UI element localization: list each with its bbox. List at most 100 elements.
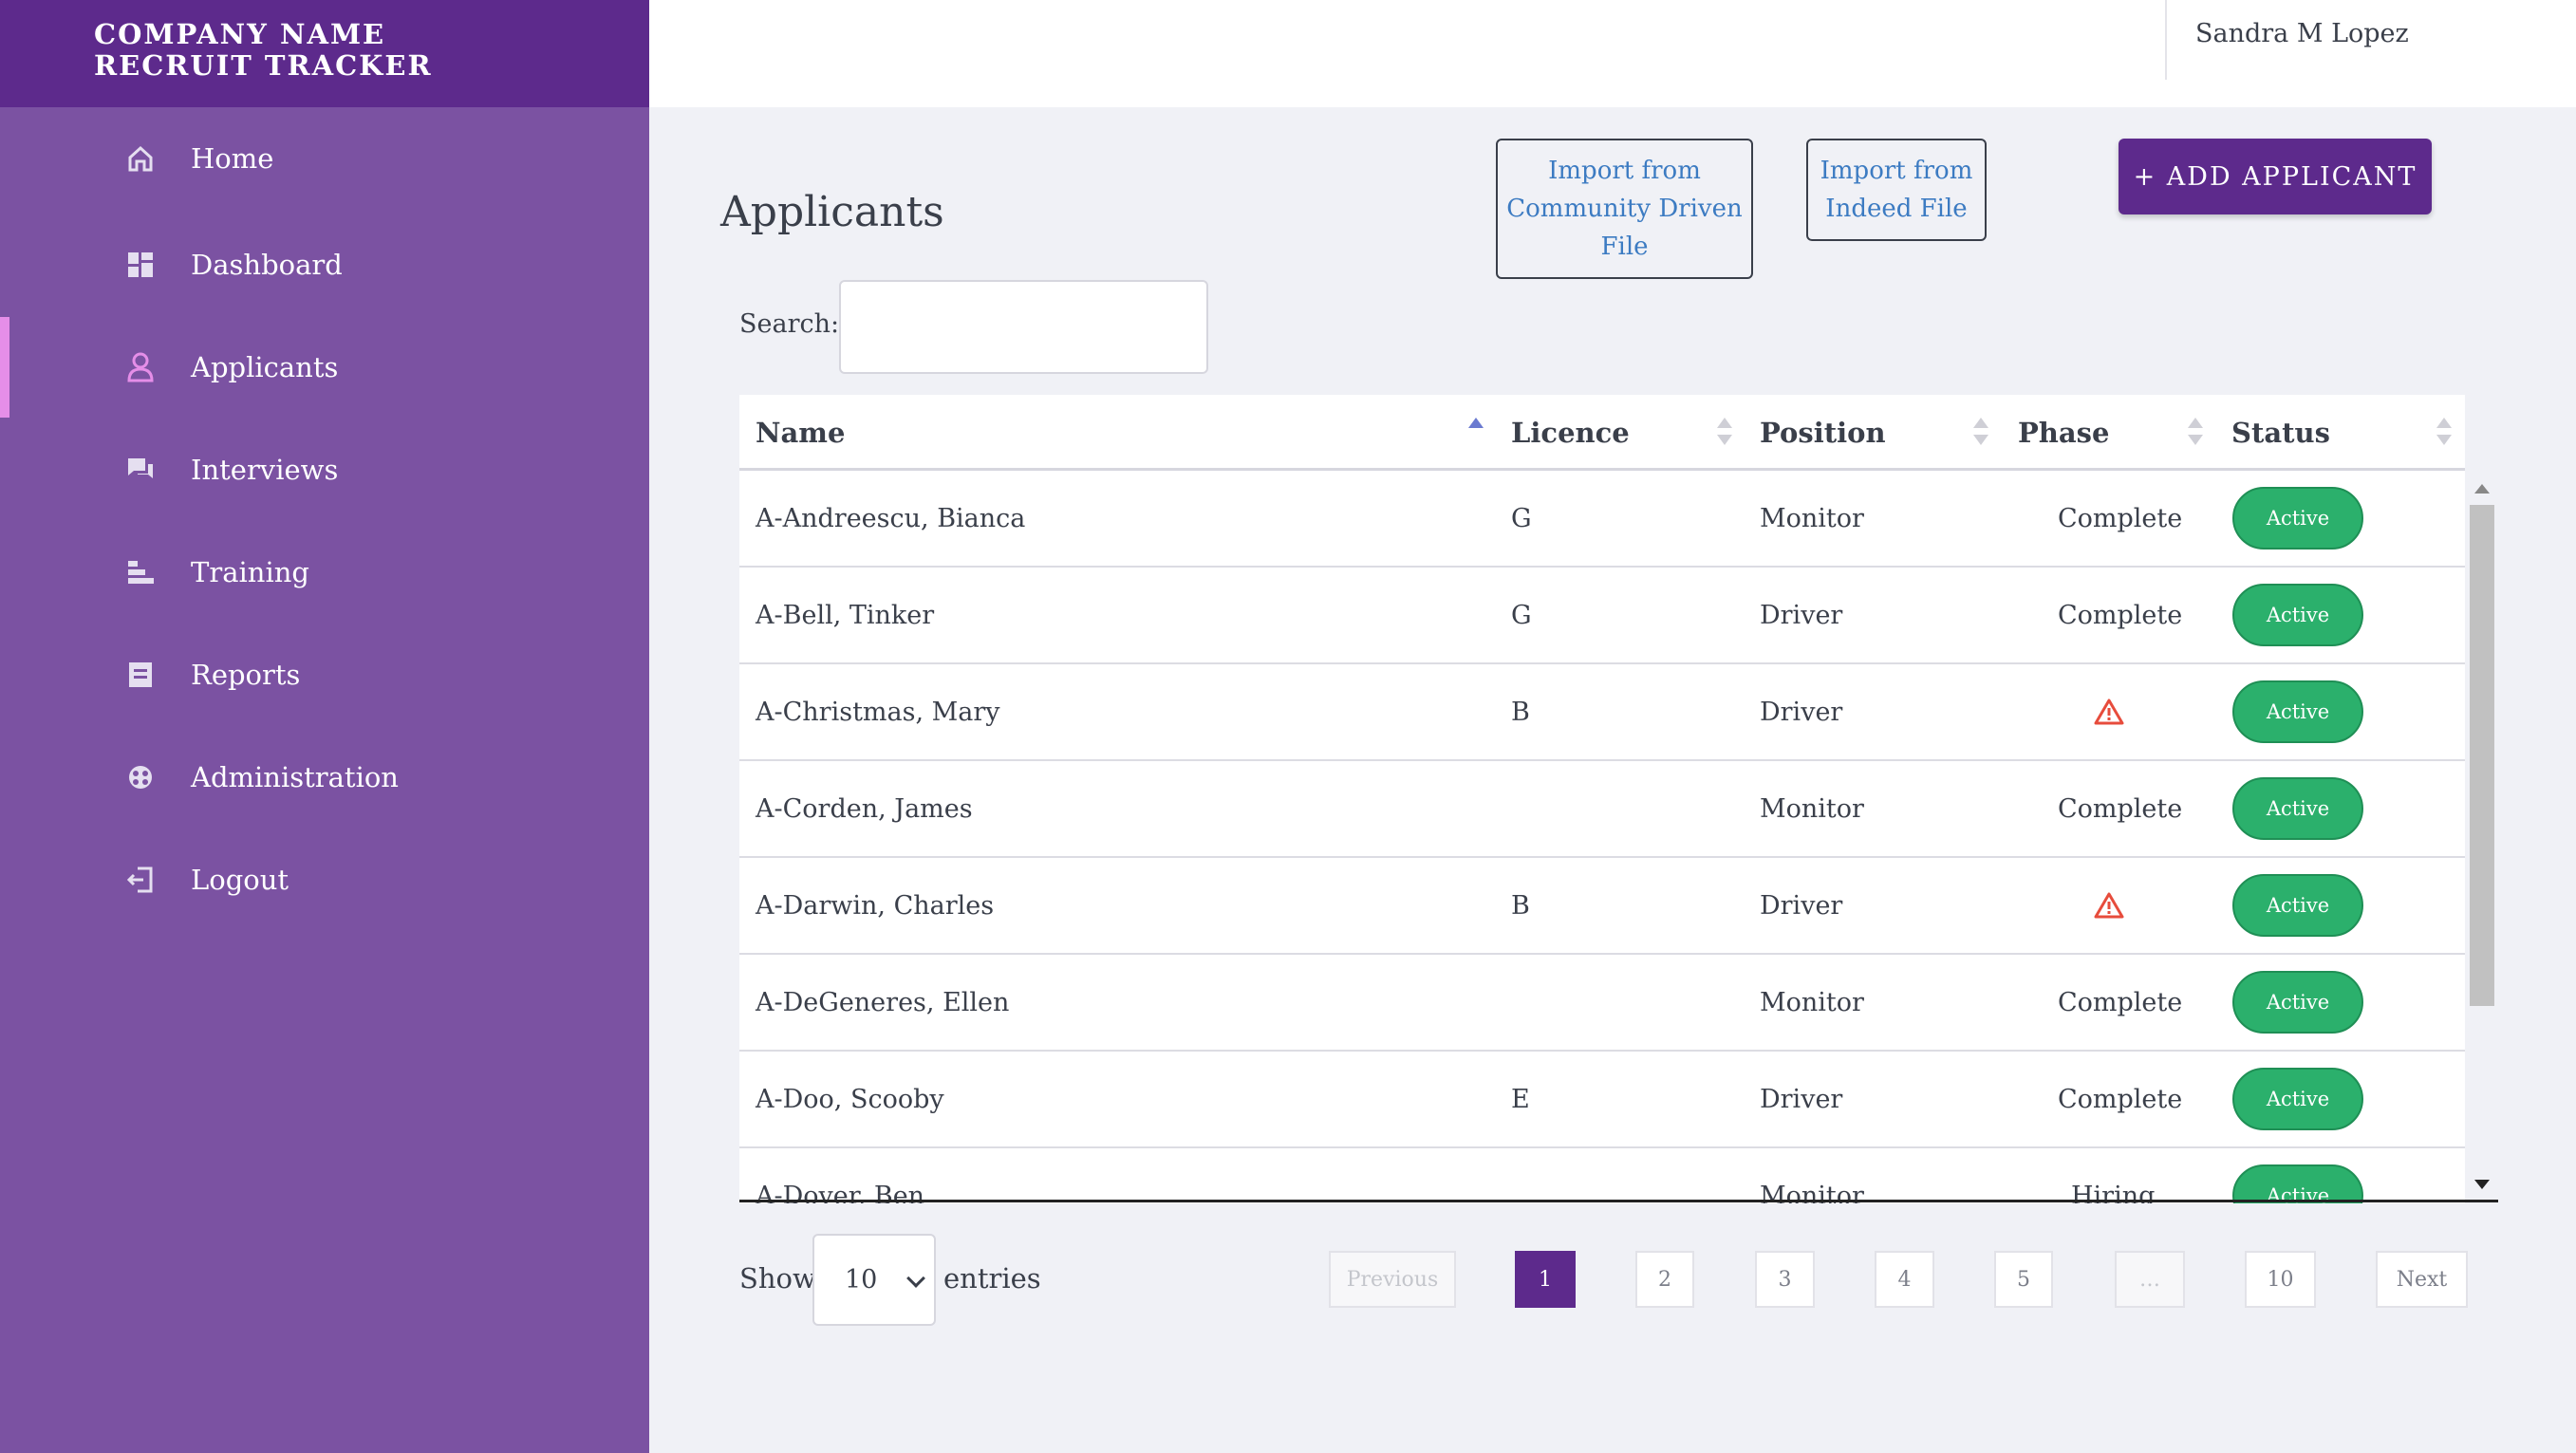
column-header-status[interactable]: Status bbox=[2231, 395, 2330, 471]
cell-licence: G bbox=[1511, 503, 1532, 533]
pagination-ellipsis: … bbox=[2115, 1251, 2185, 1308]
sidebar-item-label: Home bbox=[191, 142, 274, 175]
pagination-previous[interactable]: Previous bbox=[1329, 1251, 1456, 1308]
status-badge[interactable]: Active bbox=[2232, 680, 2363, 743]
user-icon bbox=[125, 352, 156, 382]
pagination-page-5[interactable]: 5 bbox=[1994, 1251, 2053, 1308]
cell-phase: Complete bbox=[2058, 793, 2183, 824]
sidebar-item-administration[interactable]: Administration bbox=[0, 727, 649, 828]
import-community-driven-label: Import from Community Driven File bbox=[1506, 157, 1743, 261]
user-name[interactable]: Sandra M Lopez bbox=[2195, 19, 2409, 48]
pagination-page-1[interactable]: 1 bbox=[1515, 1251, 1576, 1308]
table-row[interactable]: A-Bell, Tinker G Driver Complete Active bbox=[739, 568, 2465, 664]
sidebar-item-label: Interviews bbox=[191, 454, 339, 486]
cell-licence: B bbox=[1511, 697, 1530, 727]
entries-per-page-select[interactable]: 10 bbox=[812, 1234, 936, 1326]
entries-label: entries bbox=[943, 1262, 1041, 1295]
cell-phase: Complete bbox=[2058, 600, 2183, 630]
column-header-position[interactable]: Position bbox=[1760, 395, 1886, 471]
status-badge[interactable]: Active bbox=[2232, 971, 2363, 1034]
applicants-table: Name Licence Position Phase Status A-And… bbox=[739, 395, 2465, 1203]
status-badge[interactable]: Active bbox=[2232, 1164, 2363, 1203]
table-scrollbar[interactable] bbox=[2468, 475, 2496, 1196]
table-body: A-Andreescu, Bianca G Monitor Complete A… bbox=[739, 471, 2465, 1203]
sidebar-item-logout[interactable]: Logout bbox=[0, 829, 649, 930]
sort-ascending-icon[interactable] bbox=[1468, 418, 1484, 448]
page-title: Applicants bbox=[720, 188, 944, 236]
warning-icon bbox=[2093, 664, 2125, 759]
chevron-down-icon bbox=[906, 1269, 925, 1288]
sidebar-item-reports[interactable]: Reports bbox=[0, 624, 649, 725]
cell-position: Monitor bbox=[1760, 1181, 1864, 1204]
top-bar bbox=[649, 0, 2576, 107]
scroll-down-arrow-icon[interactable] bbox=[2474, 1180, 2490, 1189]
sidebar-item-home[interactable]: Home bbox=[0, 108, 649, 209]
sort-icon[interactable] bbox=[2188, 418, 2203, 448]
status-badge[interactable]: Active bbox=[2232, 584, 2363, 646]
status-badge[interactable]: Active bbox=[2232, 487, 2363, 550]
show-label: Show bbox=[739, 1262, 816, 1295]
pagination-page-4[interactable]: 4 bbox=[1875, 1251, 1934, 1308]
cell-phase: Hiring bbox=[2071, 1181, 2156, 1204]
import-indeed-label: Import from Indeed File bbox=[1820, 157, 1973, 223]
column-header-licence[interactable]: Licence bbox=[1511, 395, 1630, 471]
brand-company-name: COMPANY NAME bbox=[94, 18, 386, 50]
sidebar-item-label: Applicants bbox=[191, 351, 339, 383]
sidebar: COMPANY NAME RECRUIT TRACKER Home Dashbo… bbox=[0, 0, 649, 1453]
cell-phase: Complete bbox=[2058, 503, 2183, 533]
status-badge[interactable]: Active bbox=[2232, 1068, 2363, 1130]
column-header-phase[interactable]: Phase bbox=[2018, 395, 2109, 471]
pagination-page-2[interactable]: 2 bbox=[1635, 1251, 1694, 1308]
entries-per-page-value: 10 bbox=[845, 1265, 878, 1295]
scrollbar-thumb[interactable] bbox=[2470, 505, 2494, 1006]
pagination-next[interactable]: Next bbox=[2376, 1251, 2468, 1308]
cell-licence: B bbox=[1511, 890, 1530, 921]
pagination-page-3[interactable]: 3 bbox=[1755, 1251, 1815, 1308]
sidebar-item-label: Dashboard bbox=[191, 249, 343, 281]
add-applicant-button[interactable]: + ADD APPLICANT bbox=[2119, 139, 2432, 214]
table-row[interactable]: A-Doo, Scooby E Driver Complete Active bbox=[739, 1052, 2465, 1148]
cell-position: Driver bbox=[1760, 1084, 1843, 1114]
sidebar-item-label: Logout bbox=[191, 864, 289, 896]
sidebar-item-applicants[interactable]: Applicants bbox=[0, 317, 649, 418]
search-input[interactable] bbox=[839, 280, 1208, 374]
dashboard-icon bbox=[125, 250, 156, 280]
table-row[interactable]: A-DeGeneres, Ellen Monitor Complete Acti… bbox=[739, 955, 2465, 1052]
status-badge[interactable]: Active bbox=[2232, 777, 2363, 840]
table-row[interactable]: A-Dover, Ben Monitor Hiring Active bbox=[739, 1148, 2465, 1203]
import-indeed-button[interactable]: Import from Indeed File bbox=[1806, 139, 1987, 241]
chat-icon bbox=[125, 455, 156, 485]
scroll-up-arrow-icon[interactable] bbox=[2474, 484, 2490, 494]
cell-position: Driver bbox=[1760, 890, 1843, 921]
table-row[interactable]: A-Corden, James Monitor Complete Active bbox=[739, 761, 2465, 858]
sort-icon[interactable] bbox=[2436, 418, 2452, 448]
cell-licence: E bbox=[1511, 1084, 1530, 1114]
column-header-name[interactable]: Name bbox=[756, 395, 845, 471]
column-header-label: Licence bbox=[1511, 417, 1630, 449]
warning-icon bbox=[2093, 858, 2125, 953]
cell-name: A-Doo, Scooby bbox=[756, 1084, 944, 1114]
cell-name: A-Bell, Tinker bbox=[756, 600, 935, 630]
bars-icon bbox=[125, 557, 156, 587]
pagination-page-10[interactable]: 10 bbox=[2245, 1251, 2316, 1308]
home-icon bbox=[125, 143, 156, 174]
cell-name: A-Darwin, Charles bbox=[756, 890, 995, 921]
sidebar-item-training[interactable]: Training bbox=[0, 522, 649, 623]
sidebar-item-label: Training bbox=[191, 556, 309, 588]
table-bottom-border bbox=[739, 1200, 2498, 1202]
cell-position: Driver bbox=[1760, 600, 1843, 630]
import-community-driven-button[interactable]: Import from Community Driven File bbox=[1496, 139, 1753, 279]
table-row[interactable]: A-Christmas, Mary B Driver Active bbox=[739, 664, 2465, 761]
cell-name: A-Christmas, Mary bbox=[756, 697, 1000, 727]
sort-icon[interactable] bbox=[1973, 418, 1988, 448]
brand-app-name: RECRUIT TRACKER bbox=[94, 49, 433, 82]
table-row[interactable]: A-Darwin, Charles B Driver Active bbox=[739, 858, 2465, 955]
sidebar-item-interviews[interactable]: Interviews bbox=[0, 419, 649, 520]
table-row[interactable]: A-Andreescu, Bianca G Monitor Complete A… bbox=[739, 471, 2465, 568]
cell-position: Monitor bbox=[1760, 503, 1864, 533]
status-badge[interactable]: Active bbox=[2232, 874, 2363, 937]
column-header-label: Phase bbox=[2018, 417, 2110, 449]
sort-icon[interactable] bbox=[1717, 418, 1732, 448]
globe-icon bbox=[125, 762, 156, 792]
sidebar-item-dashboard[interactable]: Dashboard bbox=[0, 214, 649, 315]
